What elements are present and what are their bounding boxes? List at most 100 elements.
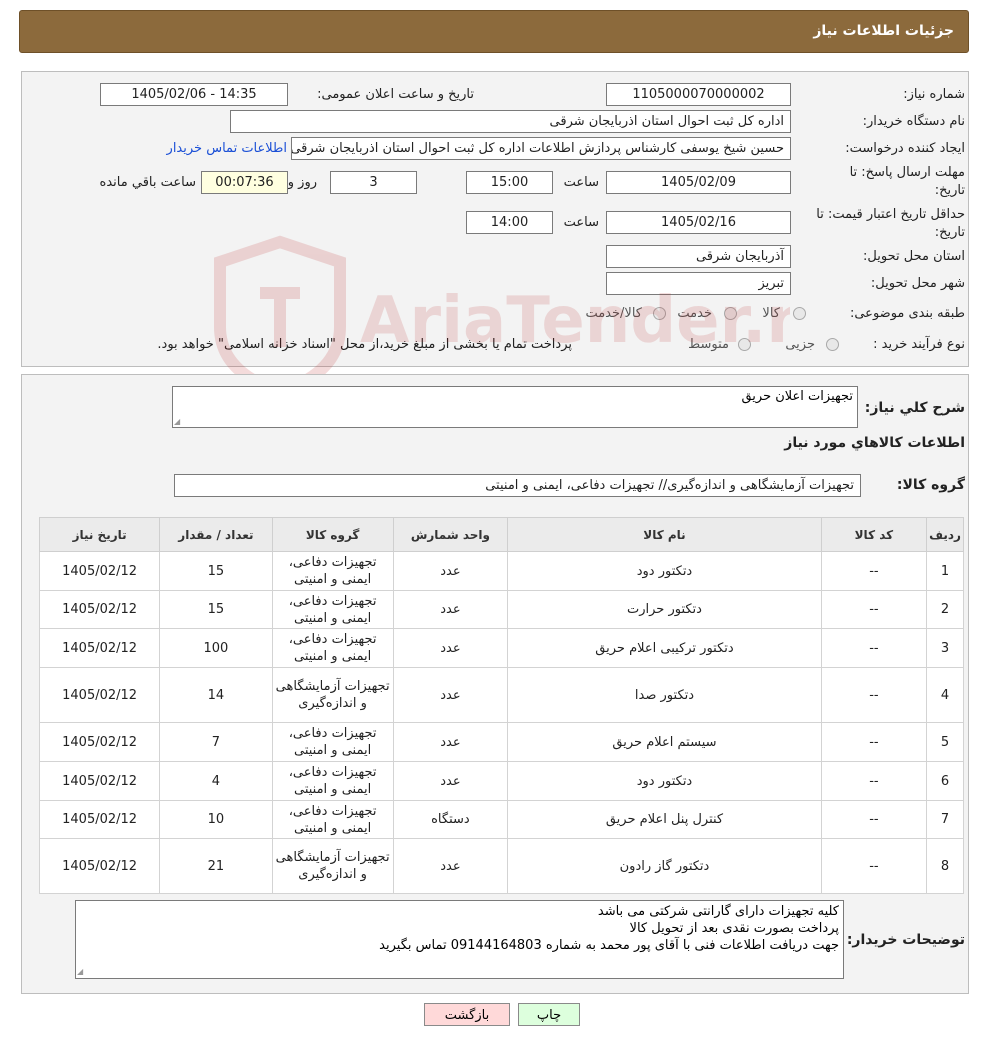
need-number-field[interactable]: 1105000070000002 <box>606 83 791 106</box>
reply-deadline-label-date: تاریخ: <box>934 183 965 198</box>
page-title: جزئیات اطلاعات نیاز <box>813 23 954 39</box>
item-name: سیستم اعلام حریق <box>507 722 822 762</box>
price-time-field[interactable]: 14:00 <box>466 211 553 234</box>
buyer-notes-label: توضیحات خریدار: <box>846 932 965 948</box>
item-qty: 7 <box>159 722 273 762</box>
row-number: 8 <box>926 838 964 894</box>
buyer-contact-link[interactable]: اطلاعات تماس خریدار <box>167 141 287 156</box>
item-unit: عدد <box>392 667 509 723</box>
item-group: تجهیزات آزمایشگاهی و اندازه‌گیری <box>271 838 394 894</box>
item-qty: 14 <box>159 667 273 723</box>
table-row: 5 -- سیستم اعلام حریق عدد تجهیزات دفاعی،… <box>38 722 964 762</box>
price-date-field[interactable]: 1405/02/16 <box>606 211 791 234</box>
item-name: دتکتور دود <box>507 551 822 591</box>
creator-field[interactable]: حسین شیخ یوسفی کارشناس پردازش اطلاعات اد… <box>291 137 791 160</box>
row-number: 2 <box>926 590 964 629</box>
city-label: شهر محل تحویل: <box>870 276 965 291</box>
remaining-time-label: ساعت باقي مانده <box>99 175 196 190</box>
item-code: -- <box>820 800 928 839</box>
reply-date-field[interactable]: 1405/02/09 <box>606 171 791 194</box>
price-time-label: ساعت <box>563 215 599 230</box>
table-row: 1 -- دتکتور دود عدد تجهیزات دفاعی، ایمنی… <box>38 551 964 591</box>
item-name: دتکتور دود <box>507 761 822 801</box>
summary-label: شرح کلي نياز: <box>864 400 965 416</box>
item-group: تجهیزات دفاعی، ایمنی و امنیتی <box>271 551 394 591</box>
item-date: 1405/02/12 <box>38 722 161 762</box>
col-unit-header: واحد شمارش <box>392 517 509 552</box>
item-name: دتکتور ترکیبی اعلام حریق <box>507 628 822 668</box>
category-label: طبقه بندی موضوعی: <box>849 306 965 321</box>
announce-field[interactable]: 1405/02/06 - 14:35 <box>100 83 288 106</box>
resize-grip-icon[interactable]: ◢ <box>77 968 85 976</box>
days-label: روز و <box>287 175 317 190</box>
table-header-row: رديف کد کالا نام کالا واحد شمارش گروه کا… <box>38 517 964 552</box>
table-row: 3 -- دتکتور ترکیبی اعلام حریق عدد تجهیزا… <box>38 628 964 668</box>
items-table: رديف کد کالا نام کالا واحد شمارش گروه کا… <box>38 517 964 894</box>
item-unit: عدد <box>392 722 509 762</box>
item-group: تجهیزات دفاعی، ایمنی و امنیتی <box>271 800 394 839</box>
item-qty: 100 <box>159 628 273 668</box>
category-option-goods: کالا <box>762 306 780 321</box>
province-field[interactable]: آذربایجان شرقی <box>606 245 791 268</box>
days-field[interactable]: 3 <box>330 171 417 194</box>
item-date: 1405/02/12 <box>38 761 161 801</box>
item-code: -- <box>820 761 928 801</box>
reply-time-label: ساعت <box>563 175 599 190</box>
item-code: -- <box>820 590 928 629</box>
item-unit: عدد <box>392 838 509 894</box>
item-qty: 15 <box>159 590 273 629</box>
col-date-header: تاریخ نیاز <box>38 517 161 552</box>
print-button[interactable]: چاپ <box>518 1003 580 1026</box>
category-radio-service[interactable] <box>724 307 737 320</box>
table-row: 8 -- دتکتور گاز رادون عدد تجهیزات آزمایش… <box>38 838 964 894</box>
process-radio-minor[interactable] <box>826 338 839 351</box>
creator-label: ایجاد کننده درخواست: <box>845 141 965 156</box>
col-name-header: نام کالا <box>507 517 822 552</box>
process-note: پرداخت تمام یا بخشی از مبلغ خرید،از محل … <box>157 337 572 352</box>
table-row: 6 -- دتکتور دود عدد تجهیزات دفاعی، ایمنی… <box>38 761 964 801</box>
item-group: تجهیزات دفاعی، ایمنی و امنیتی <box>271 590 394 629</box>
remaining-time-field[interactable]: 00:07:36 <box>201 171 288 194</box>
item-date: 1405/02/12 <box>38 551 161 591</box>
item-code: -- <box>820 838 928 894</box>
price-validity-label: حداقل تاریخ اعتبار قیمت: تا <box>816 207 965 222</box>
row-number: 6 <box>926 761 964 801</box>
item-name: دتکتور حرارت <box>507 590 822 629</box>
reply-time-field[interactable]: 15:00 <box>466 171 553 194</box>
resize-grip-icon[interactable]: ◢ <box>174 418 182 426</box>
group-field[interactable]: تجهیزات آزمایشگاهی و اندازه‌گیری// تجهیز… <box>174 474 861 497</box>
group-label: گروه کالا: <box>896 477 965 493</box>
category-radio-goods[interactable] <box>793 307 806 320</box>
item-date: 1405/02/12 <box>38 667 161 723</box>
city-field[interactable]: تبریز <box>606 272 791 295</box>
province-label: استان محل تحویل: <box>863 249 965 264</box>
item-group: تجهیزات دفاعی، ایمنی و امنیتی <box>271 628 394 668</box>
table-row: 2 -- دتکتور حرارت عدد تجهیزات دفاعی، ایم… <box>38 590 964 629</box>
item-name: دتکتور گاز رادون <box>507 838 822 894</box>
item-unit: عدد <box>392 590 509 629</box>
buyer-org-label: نام دستگاه خریدار: <box>862 114 965 129</box>
item-date: 1405/02/12 <box>38 590 161 629</box>
table-row: 7 -- کنترل پنل اعلام حریق دستگاه تجهیزات… <box>38 800 964 839</box>
item-unit: دستگاه <box>392 800 509 839</box>
row-number: 7 <box>926 800 964 839</box>
row-number: 4 <box>926 667 964 723</box>
item-unit: عدد <box>392 628 509 668</box>
item-qty: 10 <box>159 800 273 839</box>
item-code: -- <box>820 667 928 723</box>
category-option-goods-service: کالا/خدمت <box>585 306 642 321</box>
summary-textarea[interactable]: تجهیزات اعلان حریق <box>172 386 858 428</box>
process-option-medium: متوسط <box>688 337 729 352</box>
category-radio-goods-service[interactable] <box>653 307 666 320</box>
category-option-service: خدمت <box>677 306 712 321</box>
item-qty: 21 <box>159 838 273 894</box>
item-code: -- <box>820 722 928 762</box>
buyer-org-field[interactable]: اداره کل ثبت احوال استان اذربایجان شرقی <box>230 110 791 133</box>
process-radio-medium[interactable] <box>738 338 751 351</box>
back-button[interactable]: بازگشت <box>424 1003 510 1026</box>
col-row-header: رديف <box>926 517 964 552</box>
table-row: 4 -- دتکتور صدا عدد تجهیزات آزمایشگاهی و… <box>38 667 964 723</box>
item-date: 1405/02/12 <box>38 838 161 894</box>
process-option-minor: جزیی <box>785 337 815 352</box>
buyer-notes-textarea[interactable]: کلیه تجهیزات دارای گارانتی شرکتی می باشد… <box>75 900 844 979</box>
